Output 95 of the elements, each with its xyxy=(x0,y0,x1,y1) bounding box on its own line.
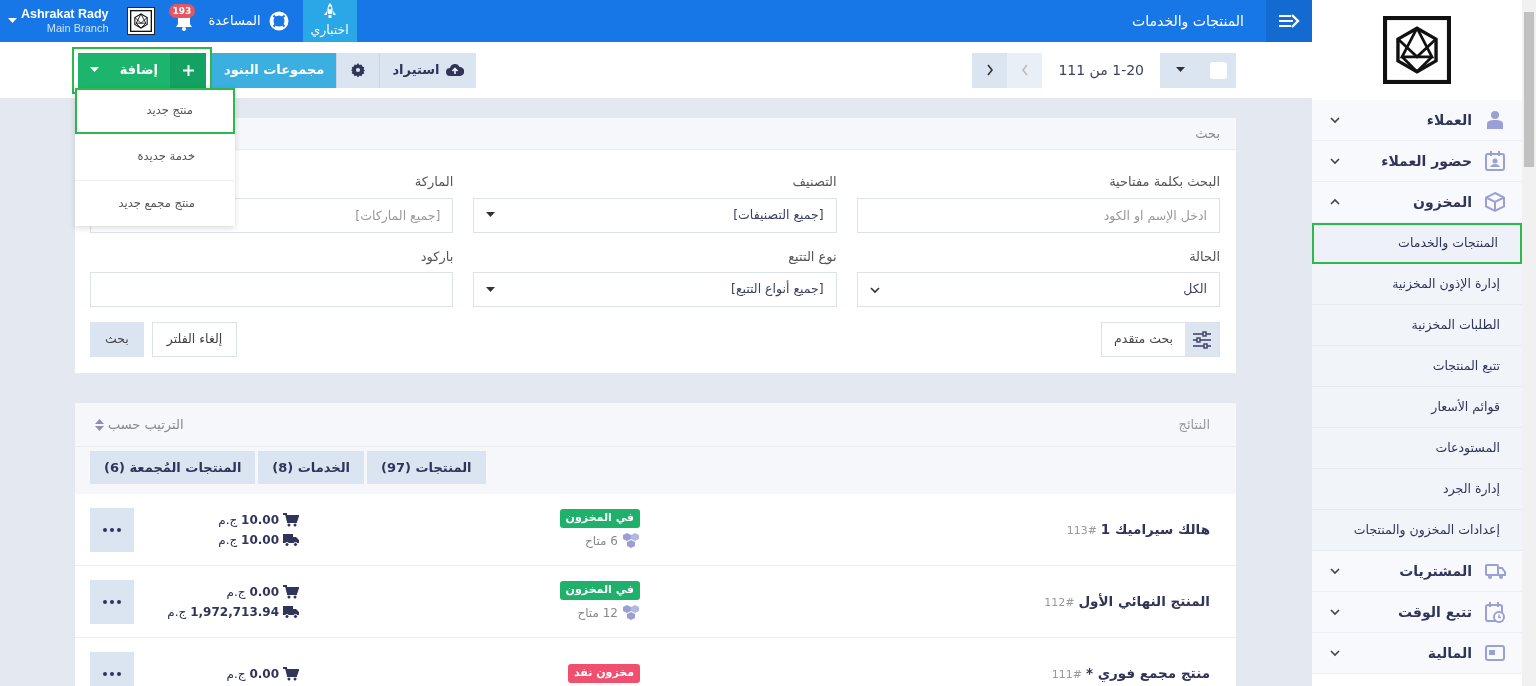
dropdown-field[interactable]: [جميع التصنيفات] xyxy=(473,197,837,233)
field-label: التصنيف xyxy=(791,173,837,191)
account-logo[interactable] xyxy=(126,7,155,35)
boxes-icon xyxy=(622,532,640,550)
sidebar-item[interactable]: العملاء xyxy=(1312,100,1522,141)
panel-title: النتائج xyxy=(1178,415,1210,434)
lifebuoy-icon xyxy=(268,11,289,31)
text-field[interactable]: ادخل الإسم او الكود xyxy=(856,197,1220,233)
product-name: المنتج النهائي الأول xyxy=(1078,592,1210,612)
page-title: المنتجات والخدمات xyxy=(1131,11,1245,32)
sidebar-item[interactable]: حضور العملاء xyxy=(1312,141,1522,182)
menu-item[interactable]: خدمة جديدة xyxy=(75,134,235,180)
caret-icon xyxy=(90,67,99,73)
more-button[interactable] xyxy=(90,651,134,686)
panel-title: بحث xyxy=(1195,124,1220,143)
select-all-checkbox[interactable] xyxy=(1209,61,1227,79)
settings-icon xyxy=(351,63,366,77)
cart-icon xyxy=(283,512,299,527)
sidebar-toggle-button[interactable] xyxy=(1266,0,1312,42)
plus-icon xyxy=(182,64,194,76)
product-name: منتج مجمع فوري * xyxy=(1085,664,1210,684)
sidebar-item[interactable]: المالية xyxy=(1312,633,1522,674)
stock-badge: في المخزون xyxy=(559,581,640,600)
sidebar-subitem[interactable]: المستودعات xyxy=(1312,428,1522,469)
caret-icon xyxy=(8,18,17,24)
sidebar-subitem[interactable]: إدارة الإذون المخزنية xyxy=(1312,264,1522,305)
scrollbar[interactable] xyxy=(1522,0,1536,686)
logo-icon xyxy=(1383,16,1451,84)
sidebar-subitem[interactable]: قوائم الأسعار xyxy=(1312,387,1522,428)
product-number: 111# xyxy=(1051,667,1082,684)
filter-tab[interactable]: الخدمات (8) xyxy=(258,451,365,484)
chevron-left-icon xyxy=(1020,64,1029,76)
truck-icon xyxy=(283,604,299,619)
more-icon xyxy=(103,671,121,676)
product-number: 112# xyxy=(1044,595,1075,612)
advanced-search-button[interactable]: بحث متقدم xyxy=(1101,322,1220,357)
box-icon xyxy=(1484,191,1506,213)
text-field[interactable] xyxy=(90,272,454,307)
user-menu[interactable]: Ashrakat Rady Main Branch xyxy=(0,0,117,42)
sidebar-subitem[interactable]: إعدادات المخزون والمنتجات xyxy=(1312,510,1522,551)
sidebar-subitem[interactable]: المنتجات والخدمات xyxy=(1312,223,1522,264)
clear-filter-button[interactable]: إلغاء الفلتر xyxy=(151,322,238,357)
chevron-down-icon xyxy=(869,284,880,295)
arrow-icon xyxy=(1278,13,1300,29)
sidebar-subitem[interactable]: إدارة الجرد xyxy=(1312,469,1522,510)
menu-item[interactable]: منتج جديد xyxy=(75,88,235,134)
product-number: 113# xyxy=(1066,523,1097,540)
pagination-text: 1-20 من 111 xyxy=(1057,60,1145,81)
cart-icon xyxy=(283,584,299,599)
sidebar-item[interactable]: تتبع الوقت xyxy=(1312,592,1522,633)
stock-badge: مخزون نفد xyxy=(567,664,640,683)
logo-icon xyxy=(129,10,152,32)
stock-badge: في المخزون xyxy=(559,509,640,528)
settings-button[interactable] xyxy=(336,52,381,88)
person-icon xyxy=(1484,109,1506,131)
sidebar-item[interactable]: المخزون xyxy=(1312,182,1522,223)
caret-icon xyxy=(1175,67,1185,73)
import-button[interactable]: استيراد xyxy=(380,52,476,88)
calendar-clock-icon xyxy=(1484,601,1506,623)
card-icon xyxy=(1484,642,1506,664)
field-label: البحث بكلمة مفتاحية xyxy=(1108,173,1220,191)
search-button[interactable]: بحث xyxy=(90,322,144,357)
filter-tab[interactable]: المنتجات (97) xyxy=(367,451,486,484)
more-icon xyxy=(103,599,121,604)
more-icon xyxy=(103,527,121,532)
boxes-icon xyxy=(622,604,640,622)
help-link[interactable]: المساعدة xyxy=(202,0,295,42)
cart-icon xyxy=(283,666,299,681)
sidebar-subitem[interactable]: تتبع المنتجات xyxy=(1312,346,1522,387)
notifications-button[interactable]: 193 xyxy=(164,0,203,42)
rocket-icon xyxy=(322,2,337,19)
field-label: الحالة xyxy=(1188,247,1220,266)
available-quantity: 12 متاح xyxy=(577,604,618,622)
field-label: نوع التتبع xyxy=(787,247,837,266)
calendar-icon xyxy=(1484,150,1506,172)
available-quantity: 6 متاح xyxy=(585,532,618,550)
scrollbar-thumb[interactable] xyxy=(1524,12,1534,167)
cloud-upload-icon xyxy=(445,63,464,77)
field-label: باركود xyxy=(419,247,454,266)
field-label: الماركة xyxy=(413,173,454,191)
chevron-right-icon xyxy=(985,64,994,76)
truck-icon xyxy=(283,532,299,547)
product-name: هالك سيراميك 1 xyxy=(1100,520,1210,540)
sort-icon xyxy=(95,418,104,431)
select-field[interactable]: الكل xyxy=(856,272,1220,307)
next-page-button[interactable] xyxy=(972,52,1008,88)
caret-icon xyxy=(486,212,496,218)
notification-badge: 193 xyxy=(168,4,196,18)
sidebar-subitem[interactable]: الطلبات المخزنية xyxy=(1312,305,1522,346)
dropdown-field[interactable]: [جميع أنواع التتبع] xyxy=(473,272,837,307)
filter-tab[interactable]: المنتجات المُجمعة (6) xyxy=(90,451,256,484)
sliders-icon xyxy=(1192,330,1212,349)
caret-icon xyxy=(486,286,496,293)
sidebar-item[interactable]: المشتريات xyxy=(1312,551,1522,592)
add-plus-button[interactable] xyxy=(170,52,206,88)
